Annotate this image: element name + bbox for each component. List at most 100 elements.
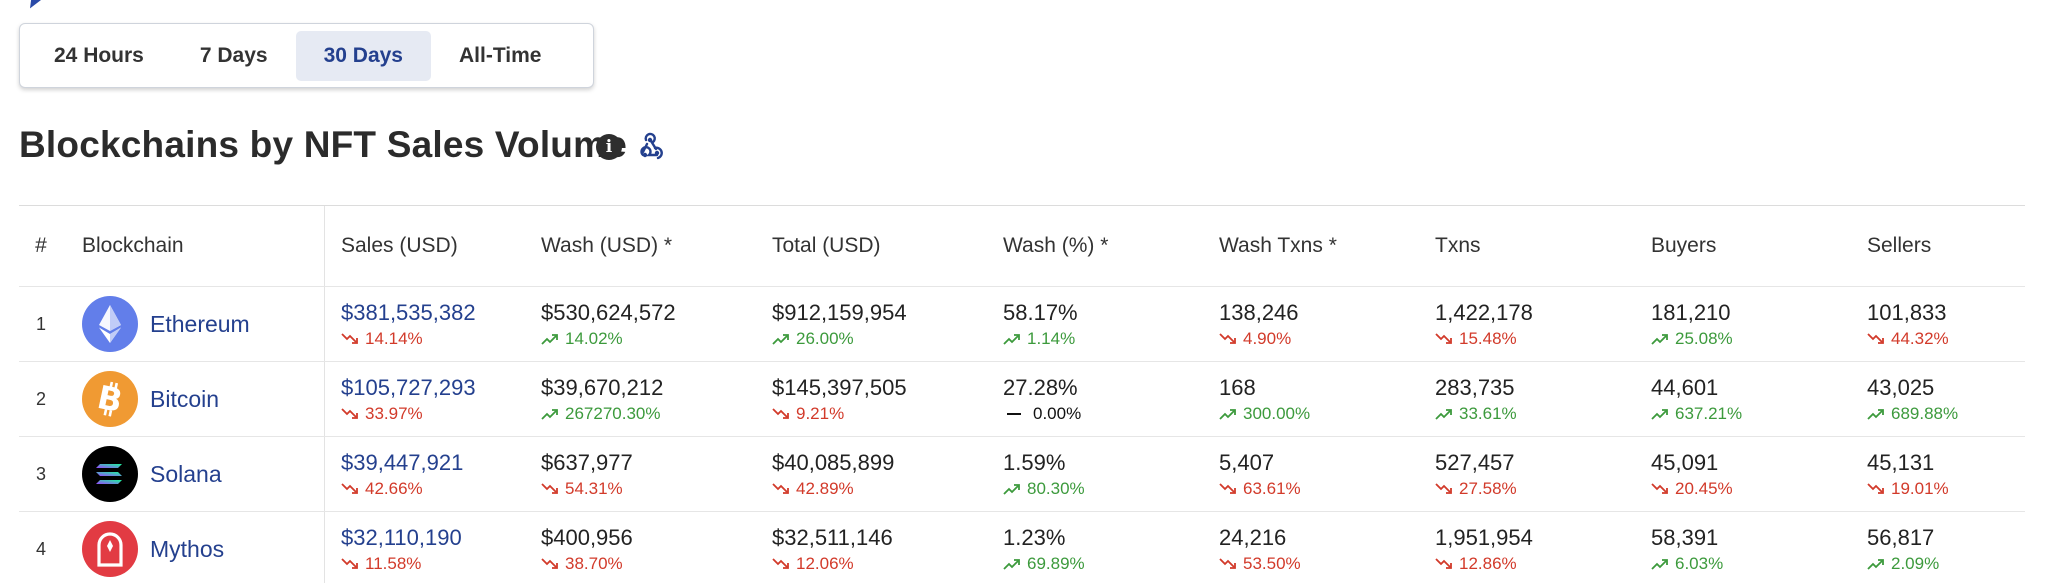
total-cell: $40,085,899 42.89% (772, 437, 1003, 511)
txns-cell: 283,735 33.61% (1435, 362, 1651, 436)
wash-txns-value: 5,407 (1219, 450, 1275, 475)
brand-logo-fragment (21, 0, 51, 14)
col-header-sales[interactable]: Sales (USD) (325, 206, 541, 286)
change-value: 25.08% (1675, 329, 1733, 348)
change-indicator: 2.09% (1867, 552, 2025, 576)
change-indicator: 15.48% (1435, 327, 1651, 351)
tab-7-days[interactable]: 7 Days (172, 31, 296, 81)
sellers-cell: 43,025 689.88% (1867, 362, 2025, 436)
sellers-value: 43,025 (1867, 375, 1935, 400)
blockchain-name-link[interactable]: Mythos (150, 536, 224, 563)
txns-cell: 1,422,178 15.48% (1435, 287, 1651, 361)
mythos-icon (82, 521, 138, 577)
col-header-rank: # (35, 234, 47, 257)
sales-value[interactable]: $381,535,382 (341, 299, 541, 327)
change-indicator: 14.14% (341, 327, 541, 351)
col-header-sellers[interactable]: Sellers (1867, 206, 2025, 286)
change-indicator: 637.21% (1651, 402, 1867, 426)
rank-cell: 3 (19, 437, 63, 511)
change-indicator: 54.31% (541, 477, 772, 501)
table-row[interactable]: 2 B Bitcoin $105,727,293 33.97% $39,670,212 26… (19, 362, 2025, 437)
blockchains-table: # Blockchain Sales (USD) Wash (USD) * To… (19, 205, 2025, 583)
wash-cell: $400,956 38.70% (541, 512, 772, 583)
blockchain-name-link[interactable]: Bitcoin (150, 386, 219, 413)
col-header-total[interactable]: Total (USD) (772, 206, 1003, 286)
sales-value[interactable]: $105,727,293 (341, 374, 541, 402)
tab-24-hours[interactable]: 24 Hours (26, 31, 172, 81)
wash-cell: $637,977 54.31% (541, 437, 772, 511)
sellers-value: 101,833 (1867, 300, 1947, 325)
table-row[interactable]: 1 Ethereum $381,535,382 14.14% $530,624,572 1… (19, 287, 2025, 362)
txns-value: 1,951,954 (1435, 525, 1533, 550)
change-indicator: 44.32% (1867, 327, 2025, 351)
webhook-icon[interactable] (636, 132, 666, 162)
sales-cell: $32,110,190 11.58% (325, 512, 541, 583)
wash-pct-value: 1.23% (1003, 525, 1066, 550)
wash-pct-cell: 58.17% 1.14% (1003, 287, 1219, 361)
change-value: 26.00% (796, 329, 854, 348)
col-header-wash[interactable]: Wash (USD) * (541, 206, 772, 286)
total-cell: $32,511,146 12.06% (772, 512, 1003, 583)
blockchain-name-link[interactable]: Ethereum (150, 311, 250, 338)
change-value: 0.00% (1033, 404, 1082, 423)
table-row[interactable]: 4 Mythos $32,110,190 11.58% $400,956 38.70% $3… (19, 512, 2025, 583)
change-value: 1.14% (1027, 329, 1076, 348)
blockchain-name-link[interactable]: Solana (150, 461, 222, 488)
buyers-value: 181,210 (1651, 300, 1731, 325)
change-value: 300.00% (1243, 404, 1311, 423)
change-value: 38.70% (565, 554, 623, 573)
col-header-buyers[interactable]: Buyers (1651, 206, 1867, 286)
col-header-wash-txns[interactable]: Wash Txns * (1219, 206, 1435, 286)
change-value: 2.09% (1891, 554, 1940, 573)
wash-pct-value: 1.59% (1003, 450, 1066, 475)
sales-value[interactable]: $39,447,921 (341, 449, 541, 477)
change-indicator: 53.50% (1219, 552, 1435, 576)
rank-number: 2 (35, 388, 46, 409)
sales-value[interactable]: $32,110,190 (341, 524, 541, 552)
col-header-wash-pct[interactable]: Wash (%) * (1003, 206, 1219, 286)
change-indicator: 1.14% (1003, 327, 1219, 351)
change-indicator: 69.89% (1003, 552, 1219, 576)
wash-value: $530,624,572 (541, 300, 676, 325)
wash-txns-value: 168 (1219, 375, 1256, 400)
change-indicator: 12.86% (1435, 552, 1651, 576)
txns-value: 527,457 (1435, 450, 1515, 475)
tab-30-days[interactable]: 30 Days (295, 30, 431, 81)
change-value: 637.21% (1675, 404, 1743, 423)
wash-cell: $39,670,212 267270.30% (541, 362, 772, 436)
change-indicator: 689.88% (1867, 402, 2025, 426)
sellers-cell: 45,131 19.01% (1867, 437, 2025, 511)
sales-cell: $381,535,382 14.14% (325, 287, 541, 361)
txns-value: 283,735 (1435, 375, 1515, 400)
total-value: $145,397,505 (772, 375, 907, 400)
wash-txns-cell: 138,246 4.90% (1219, 287, 1435, 361)
change-value: 9.21% (796, 404, 845, 423)
buyers-value: 58,391 (1651, 525, 1719, 550)
table-row[interactable]: 3 Solana $39,447,921 42.66% $637,977 54.31% $4… (19, 437, 2025, 512)
col-header-txns[interactable]: Txns (1435, 206, 1651, 286)
blockchain-cell: B Bitcoin (63, 362, 325, 436)
rank-number: 4 (35, 538, 46, 559)
change-value: 33.61% (1459, 404, 1517, 423)
wash-txns-value: 24,216 (1219, 525, 1287, 550)
change-value: 20.45% (1675, 479, 1733, 498)
total-cell: $145,397,505 9.21% (772, 362, 1003, 436)
change-indicator: 20.45% (1651, 477, 1867, 501)
sales-cell: $105,727,293 33.97% (325, 362, 541, 436)
change-indicator: 11.58% (341, 552, 541, 576)
change-value: 42.89% (796, 479, 854, 498)
blockchain-cell: Mythos (63, 512, 325, 583)
tab-all-time[interactable]: All-Time (431, 31, 569, 81)
change-value: 33.97% (365, 404, 423, 423)
change-value: 42.66% (365, 479, 423, 498)
change-value: 53.50% (1243, 554, 1301, 573)
wash-txns-cell: 24,216 53.50% (1219, 512, 1435, 583)
sellers-value: 45,131 (1867, 450, 1935, 475)
change-indicator: 267270.30% (541, 402, 772, 426)
change-value: 14.02% (565, 329, 623, 348)
buyers-cell: 58,391 6.03% (1651, 512, 1867, 583)
wash-value: $637,977 (541, 450, 633, 475)
rank-number: 1 (35, 313, 46, 334)
info-icon[interactable]: i (596, 134, 622, 160)
change-value: 14.14% (365, 329, 423, 348)
